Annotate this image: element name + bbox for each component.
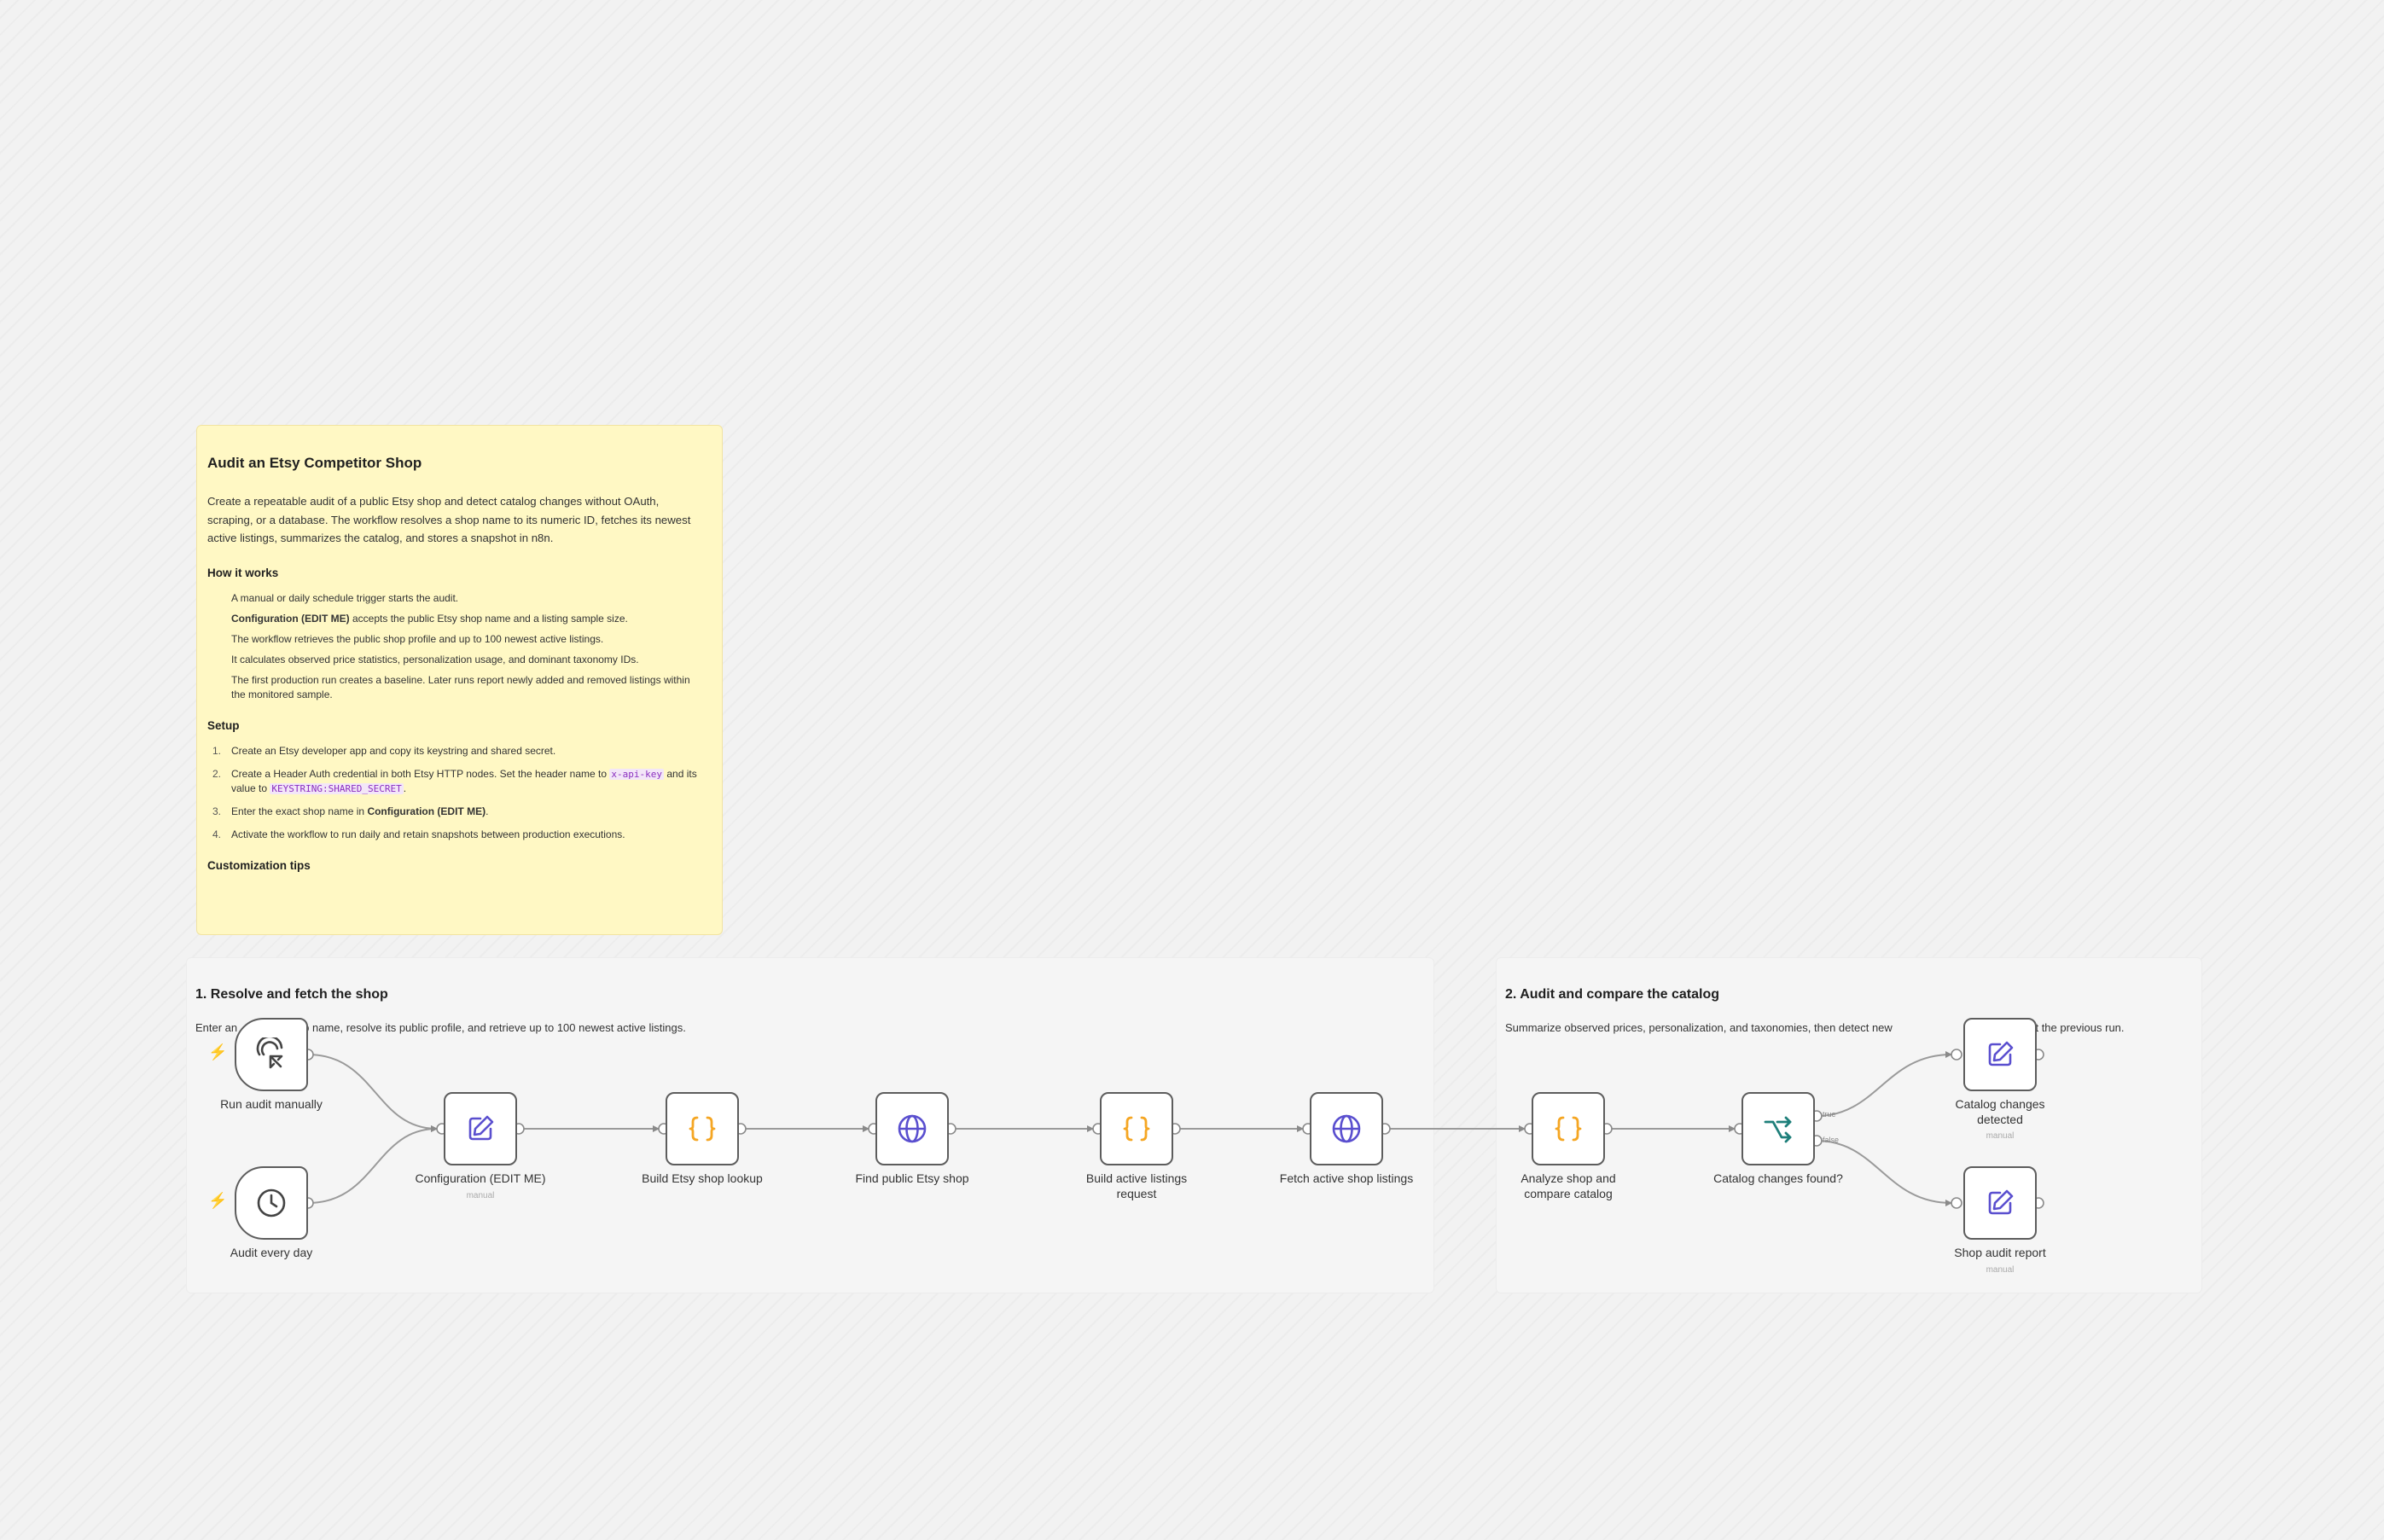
note-title: Audit an Etsy Competitor Shop (207, 455, 422, 471)
list-number: 4. (212, 828, 222, 840)
workflow-canvas[interactable]: Audit an Etsy Competitor Shop Create a r… (0, 0, 2384, 1540)
inline-code: KEYSTRING:SHARED_SECRET (270, 782, 404, 794)
branch-label-false: false (1823, 1136, 1840, 1144)
trigger-bolt-icon: ⚡ (208, 1192, 228, 1209)
list-item: A manual or daily schedule trigger start… (231, 591, 459, 604)
node-label: Catalog changes found? (1713, 1171, 1843, 1185)
list-item: The workflow retrieves the public shop p… (231, 632, 604, 645)
branch-label-true: true (1823, 1110, 1836, 1119)
node-build-etsy-shop-lookup[interactable] (666, 1092, 739, 1165)
node-run-audit-manually[interactable] (235, 1018, 308, 1091)
list-number: 1. (212, 744, 222, 757)
edit-icon (1988, 1041, 2014, 1066)
bold-text: Configuration (EDIT ME) (231, 612, 350, 625)
list-number: 2. (212, 767, 222, 780)
sticky-note[interactable]: Audit an Etsy Competitor Shop Create a r… (196, 425, 723, 935)
note-custom-title: Customization tips (207, 858, 311, 872)
list-item: 4. Activate the workflow to run daily and… (212, 828, 703, 842)
node-shop-audit-report[interactable] (1963, 1166, 2037, 1240)
cursor-click-icon (256, 1037, 283, 1069)
node-catalog-changes-found[interactable] (1741, 1092, 1815, 1165)
list-item-text: Create a Header Auth credential in both … (231, 767, 608, 780)
list-item: 1. Create an Etsy developer app and copy … (212, 744, 703, 758)
list-number: 3. (212, 805, 222, 817)
node-label: Find public Etsy shop (855, 1171, 969, 1185)
note-how-list: A manual or daily schedule trigger start… (207, 591, 703, 702)
list-item: It calculates observed price statistics,… (231, 653, 639, 665)
node-fetch-active-shop-listings[interactable] (1310, 1092, 1383, 1165)
node-label: Catalog changes detected (1955, 1097, 2045, 1126)
node-find-public-etsy-shop[interactable] (875, 1092, 949, 1165)
node-label: Build active listings request (1085, 1171, 1188, 1200)
node-subtitle: manual (466, 1191, 495, 1200)
node-configuration[interactable] (444, 1092, 517, 1165)
list-item: 2. Create a Header Auth credential in bot… (212, 767, 703, 796)
node-subtitle: manual (1986, 1265, 2015, 1275)
note-setup-title: Setup (207, 718, 240, 732)
group-description: Summarize observed prices, personalizati… (1505, 1019, 2196, 1037)
split-icon (1764, 1116, 1792, 1143)
list-item-text: Activate the workflow to run daily and r… (231, 828, 625, 840)
node-label: Fetch active shop listings (1279, 1171, 1414, 1185)
list-item-text: Create an Etsy developer app and copy it… (231, 744, 556, 757)
node-label: Run audit manually (220, 1097, 323, 1111)
code-braces-icon (689, 1116, 716, 1142)
trigger-bolt-icon: ⚡ (208, 1043, 228, 1061)
node-catalog-changes-detected[interactable] (1963, 1018, 2037, 1091)
list-item-text: . (403, 782, 407, 794)
group-desc-part: Summarize observed prices, personalizati… (1505, 1021, 1893, 1034)
node-audit-every-day[interactable] (235, 1166, 308, 1240)
node-analyze-shop[interactable] (1532, 1092, 1605, 1165)
globe-icon (898, 1114, 927, 1143)
list-item-text: . (486, 805, 489, 817)
clock-icon (257, 1188, 286, 1217)
list-item: 3. Enter the exact shop name in Configura… (212, 805, 703, 819)
list-item: The first production run creates a basel… (231, 673, 690, 700)
code-braces-icon (1123, 1116, 1150, 1142)
inline-code: x-api-key (609, 768, 664, 780)
node-label: Shop audit report (1954, 1246, 2046, 1259)
node-build-active-listings-request[interactable] (1100, 1092, 1173, 1165)
group-title: 1. Resolve and fetch the shop (195, 987, 388, 1002)
code-braces-icon (1555, 1116, 1582, 1142)
note-how-title: How it works (207, 566, 279, 579)
edit-icon (468, 1115, 494, 1141)
bold-text: Configuration (EDIT ME) (367, 805, 486, 817)
list-item: Configuration (EDIT ME) accepts the publ… (231, 612, 703, 626)
edit-icon (1988, 1189, 2014, 1215)
node-label: Audit every day (230, 1246, 313, 1259)
node-subtitle: manual (1986, 1131, 2015, 1141)
note-setup-list: 1. Create an Etsy developer app and copy … (207, 744, 703, 842)
node-label: Build Etsy shop lookup (642, 1171, 763, 1185)
group-desc-part: Enter an (195, 1021, 238, 1034)
group-title: 2. Audit and compare the catalog (1505, 987, 1720, 1002)
node-label: Configuration (EDIT ME) (415, 1171, 546, 1185)
note-intro: Create a repeatable audit of a public Et… (207, 495, 691, 544)
list-item-text: accepts the public Etsy shop name and a … (352, 612, 628, 625)
list-item-text: Enter the exact shop name in (231, 805, 365, 817)
node-label: Analyze shop and compare catalog (1521, 1171, 1616, 1200)
group-resolve-fetch[interactable]: 1. Resolve and fetch the shop Enter an sh… (186, 957, 1434, 1293)
globe-icon (1332, 1114, 1361, 1143)
group-desc-part: shop name, resolve its public profile, a… (285, 1021, 686, 1034)
